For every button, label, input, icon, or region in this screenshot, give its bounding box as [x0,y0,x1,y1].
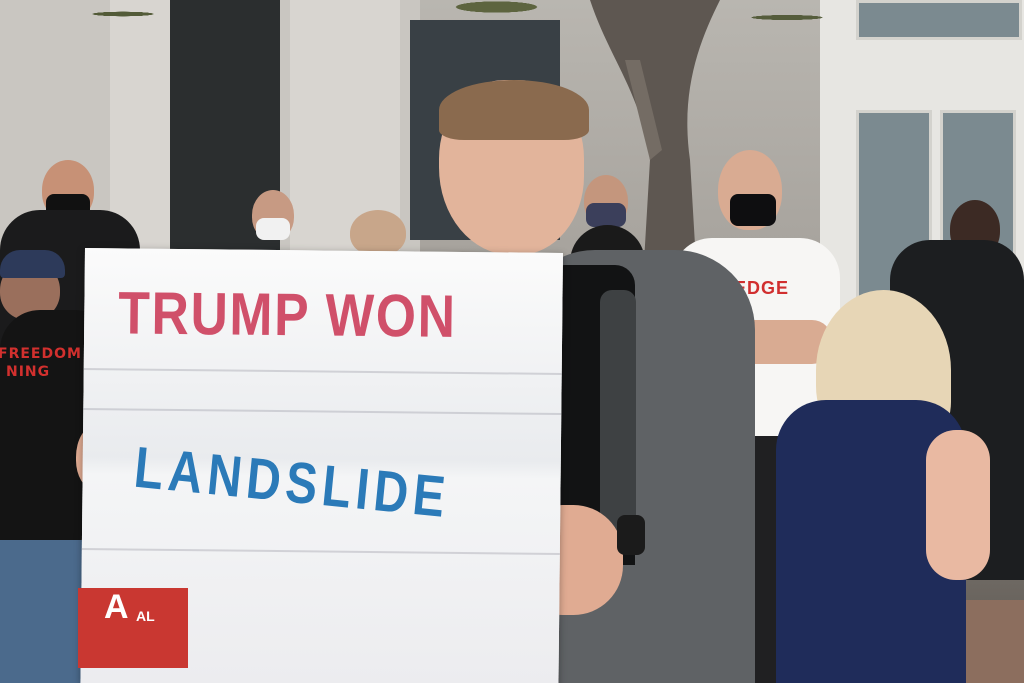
jeans [0,540,85,683]
shirt-text: NING [6,364,51,380]
person-blonde-woman [776,290,996,683]
sign-fold [83,407,562,415]
arm [926,430,990,580]
sign-text-line1: TRUMP WON [117,279,458,350]
hair [439,80,589,140]
sign-fold [83,367,562,375]
glass-panel [856,0,1022,40]
face-mask [256,218,290,240]
box-text: AL [136,608,155,624]
shirt-text: FREEDOM [0,346,82,362]
smartwatch [617,515,645,555]
cap [0,250,65,278]
box-text: A [104,588,129,626]
sign-text-line2: LANDSLIDE [131,434,453,531]
sign-fold [81,547,560,555]
red-box: A AL [78,588,188,668]
tree-leaves [40,0,870,70]
backpack-strap [600,290,636,540]
protest-photo: FREEDOM NING EDGE TRUMP WON LANDSLIDE A … [0,0,1024,683]
